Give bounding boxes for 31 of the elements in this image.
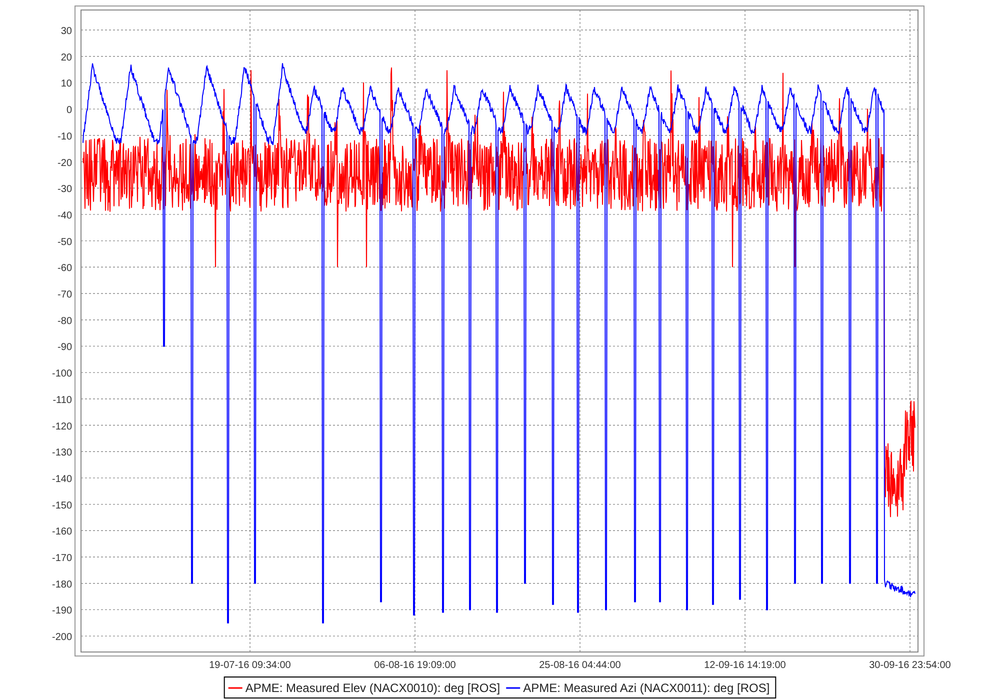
y-axis-label: -180 (52, 579, 72, 590)
y-axis-label: -140 (52, 474, 72, 485)
y-axis-label: -120 (52, 421, 72, 432)
y-axis-label: -150 (52, 500, 72, 512)
y-axis-label: -80 (58, 316, 72, 327)
y-axis-label: -170 (52, 553, 72, 564)
y-axis-label: 20 (60, 52, 72, 64)
y-axis-label: -40 (58, 210, 72, 222)
legend-label: APME: Measured Azi (NACX0011): deg [ROS] (523, 681, 770, 695)
y-axis-label: -50 (58, 236, 72, 248)
y-axis-label: -30 (58, 184, 72, 196)
y-axis-label: -10 (58, 131, 72, 142)
x-axis-label: 25-08-16 04:44:00 (539, 660, 621, 671)
y-axis-label: -90 (58, 342, 72, 354)
legend-label: APME: Measured Elev (NACX0010): deg [ROS] (245, 681, 500, 695)
x-axis-label: 30-09-16 23:54:00 (869, 660, 951, 671)
y-axis-label: -20 (58, 158, 72, 169)
y-axis-label: -110 (52, 394, 72, 406)
y-axis-label: 0 (66, 105, 72, 116)
y-axis-label: -190 (52, 606, 72, 617)
x-axis-label: 06-08-16 19:09:00 (374, 660, 456, 671)
y-axis-label: -60 (58, 263, 72, 274)
y-axis-label: -70 (58, 290, 72, 300)
y-axis-label: -130 (52, 448, 72, 459)
y-axis-label: -200 (52, 632, 72, 644)
y-axis-label: -100 (52, 368, 72, 380)
y-axis-label: -160 (52, 526, 72, 538)
x-axis-label: 19-07-16 09:34:00 (209, 660, 291, 671)
y-axis-label: 10 (60, 78, 72, 90)
x-axis-label: 12-09-16 14:19:00 (704, 660, 786, 671)
y-axis-label: 30 (60, 26, 72, 37)
